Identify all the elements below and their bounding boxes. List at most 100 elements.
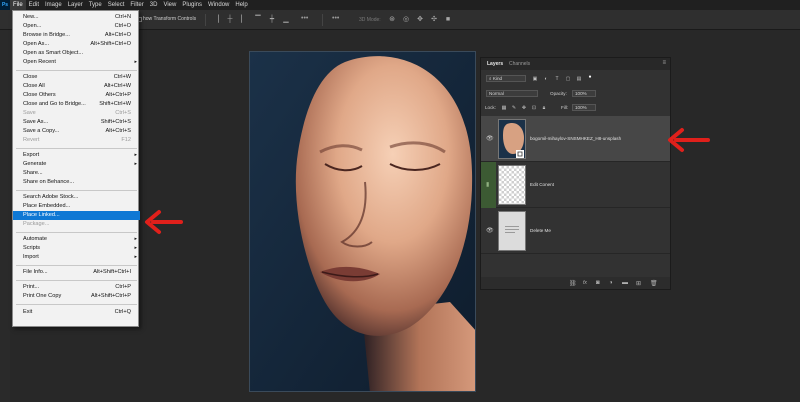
menu-item-import[interactable]: Import ▸ <box>13 253 140 262</box>
menu-item-automate[interactable]: Automate ▸ <box>13 235 140 244</box>
layer-thumbnail <box>498 165 526 205</box>
menu-item-exit[interactable]: Exit Ctrl+Q <box>13 308 140 317</box>
menu-item-place-embedded[interactable]: Place Embedded... <box>13 202 140 211</box>
menu-item-print-one-copy[interactable]: Print One Copy Alt+Shift+Ctrl+P <box>13 292 140 301</box>
filter-adjustment-icon[interactable]: ◐ <box>543 76 549 82</box>
filter-shape-icon[interactable]: ▢ <box>565 76 571 82</box>
menu-item-revert[interactable]: Revert F12 <box>13 136 140 145</box>
menu-select[interactable]: Select <box>105 0 128 10</box>
tab-channels[interactable]: Channels <box>509 61 530 67</box>
layers-panel-footer: ⛓︎ fx ◙ ◑ ▬ ⊞ 🗑︎ <box>481 277 670 289</box>
new-layer-icon[interactable]: ⊞ <box>636 280 641 287</box>
filter-smart-object-icon[interactable]: ▤ <box>576 76 582 82</box>
align-right-icon[interactable]: ▏ <box>240 16 248 24</box>
menu-type[interactable]: Type <box>86 0 105 10</box>
layer-row[interactable]: 👁︎ bogomil-mihaylov-SNSMHKEZ_H8-unsplash <box>481 116 670 162</box>
menu-layer[interactable]: Layer <box>65 0 86 10</box>
3d-rotate-icon[interactable]: ⊛ <box>388 16 396 24</box>
menu-edit[interactable]: Edit <box>26 0 42 10</box>
menu-item-generate[interactable]: Generate ▸ <box>13 160 140 169</box>
menu-item-open-as-smart-object[interactable]: Open as Smart Object... <box>13 49 140 58</box>
blend-mode-select[interactable]: Normal <box>486 90 538 97</box>
menu-item-place-linked[interactable]: Place Linked... <box>13 211 140 220</box>
filter-pixel-icon[interactable]: ▣ <box>532 76 538 82</box>
menu-file[interactable]: File <box>10 0 26 10</box>
menu-window[interactable]: Window <box>205 0 232 10</box>
menu-item-browse-in-bridge[interactable]: Browse in Bridge... Alt+Ctrl+O <box>13 31 140 40</box>
menu-filter[interactable]: Filter <box>127 0 146 10</box>
lock-artboard-icon[interactable]: ⊡ <box>531 105 537 111</box>
photoshop-window: Ps File Edit Image Layer Type Select Fil… <box>0 0 800 402</box>
layer-name[interactable]: Delete Me <box>530 228 551 233</box>
menu-item-new[interactable]: New... Ctrl+N <box>13 13 140 22</box>
align-bottom-icon[interactable]: ▁ <box>282 16 290 24</box>
menu-item-close-all[interactable]: Close All Alt+Ctrl+W <box>13 82 140 91</box>
menu-item-print[interactable]: Print... Ctrl+P <box>13 283 140 292</box>
3d-slide-icon[interactable]: ✣ <box>430 16 438 24</box>
tab-layers[interactable]: Layers <box>487 61 503 67</box>
align-middle-icon[interactable]: ┿ <box>268 16 276 24</box>
visibility-eye-icon[interactable]: 👁︎ <box>486 135 494 142</box>
menu-item-share-on-behance[interactable]: Share on Behance... <box>13 178 140 187</box>
align-top-icon[interactable]: ▔ <box>254 16 262 24</box>
adjustment-icon[interactable]: ◑ <box>609 280 613 286</box>
menu-item-file-info[interactable]: File Info... Alt+Shift+Ctrl+I <box>13 268 140 277</box>
layer-thumbnail-image <box>503 122 524 158</box>
lock-position-icon[interactable]: ✥ <box>521 105 527 111</box>
menu-item-search-adobe-stock[interactable]: Search Adobe Stock... <box>13 193 140 202</box>
menu-view[interactable]: View <box>160 0 179 10</box>
3d-pan-icon[interactable]: ✥ <box>416 16 424 24</box>
menu-item-close-and-go-to-bridge[interactable]: Close and Go to Bridge... Shift+Ctrl+W <box>13 100 140 109</box>
more-options-icon[interactable]: ••• <box>301 15 308 22</box>
filter-toggle-icon[interactable]: ● <box>587 74 593 80</box>
visibility-eye-icon[interactable]: 👁︎ <box>486 227 494 234</box>
menu-item-export[interactable]: Export ▸ <box>13 151 140 160</box>
3d-scale-icon[interactable]: ■ <box>444 16 452 24</box>
link-icon[interactable]: ⛓︎ <box>569 280 577 287</box>
layers-panel: Layers Channels ≡ ⌕ Kind ▣ ◐ T ▢ ▤ ● Nor… <box>480 57 671 290</box>
layer-row[interactable]: 👁︎ Delete Me <box>481 208 670 254</box>
menu-image[interactable]: Image <box>42 0 65 10</box>
trash-icon[interactable]: 🗑︎ <box>650 280 658 287</box>
fx-icon[interactable]: fx <box>583 280 587 286</box>
lock-transparent-icon[interactable]: ▦ <box>501 105 507 111</box>
menu-item-close-others[interactable]: Close Others Alt+Ctrl+P <box>13 91 140 100</box>
align-center-icon[interactable]: ┼ <box>226 16 234 24</box>
layer-filter-row: ⌕ Kind ▣ ◐ T ▢ ▤ ● <box>481 73 670 84</box>
3d-roll-icon[interactable]: ◎ <box>402 16 410 24</box>
layers-panel-tabs: Layers Channels ≡ <box>481 58 670 70</box>
menu-3d[interactable]: 3D <box>147 0 161 10</box>
menu-item-save[interactable]: Save Ctrl+S <box>13 109 140 118</box>
menu-item-open[interactable]: Open... Ctrl+O <box>13 22 140 31</box>
more-options-icon[interactable]: ••• <box>332 15 339 22</box>
layer-name[interactable]: Edit Conent <box>530 182 554 187</box>
menu-item-scripts[interactable]: Scripts ▸ <box>13 244 140 253</box>
menu-item-close[interactable]: Close Ctrl+W <box>13 73 140 82</box>
menu-plugins[interactable]: Plugins <box>179 0 205 10</box>
align-left-icon[interactable]: ▕ <box>212 16 220 24</box>
document-canvas[interactable] <box>249 51 476 392</box>
filter-kind-select[interactable]: ⌕ Kind <box>486 75 526 82</box>
blend-row: Normal Opacity: 100% <box>481 88 670 99</box>
folder-icon[interactable]: ▬ <box>622 280 628 286</box>
menu-item-share[interactable]: Share... <box>13 169 140 178</box>
menu-item-save-a-copy[interactable]: Save a Copy... Alt+Ctrl+S <box>13 127 140 136</box>
lock-image-icon[interactable]: ✎ <box>511 105 517 111</box>
layer-name[interactable]: bogomil-mihaylov-SNSMHKEZ_H8-unsplash <box>530 136 621 141</box>
menu-item-open-as[interactable]: Open As... Alt+Shift+Ctrl+O <box>13 40 140 49</box>
fill-label: Fill: <box>561 105 569 110</box>
menu-help[interactable]: Help <box>232 0 250 10</box>
menu-item-save-as[interactable]: Save As... Shift+Ctrl+S <box>13 118 140 127</box>
visibility-eye-icon[interactable]: ▮ <box>486 181 489 188</box>
layer-row[interactable]: ▮ Edit Conent <box>481 162 670 208</box>
menu-item-open-recent[interactable]: Open Recent ▸ <box>13 58 140 67</box>
layer-thumbnail <box>498 211 526 251</box>
panel-menu-icon[interactable]: ≡ <box>662 60 666 66</box>
fill-input[interactable]: 100% <box>572 104 596 111</box>
lock-all-icon[interactable]: 🔒︎ <box>541 105 547 111</box>
menu-item-package[interactable]: Package... <box>13 220 140 229</box>
mannequin-face-image <box>250 52 475 391</box>
filter-type-icon[interactable]: T <box>554 76 560 82</box>
mask-icon[interactable]: ◙ <box>596 280 600 286</box>
opacity-input[interactable]: 100% <box>572 90 596 97</box>
